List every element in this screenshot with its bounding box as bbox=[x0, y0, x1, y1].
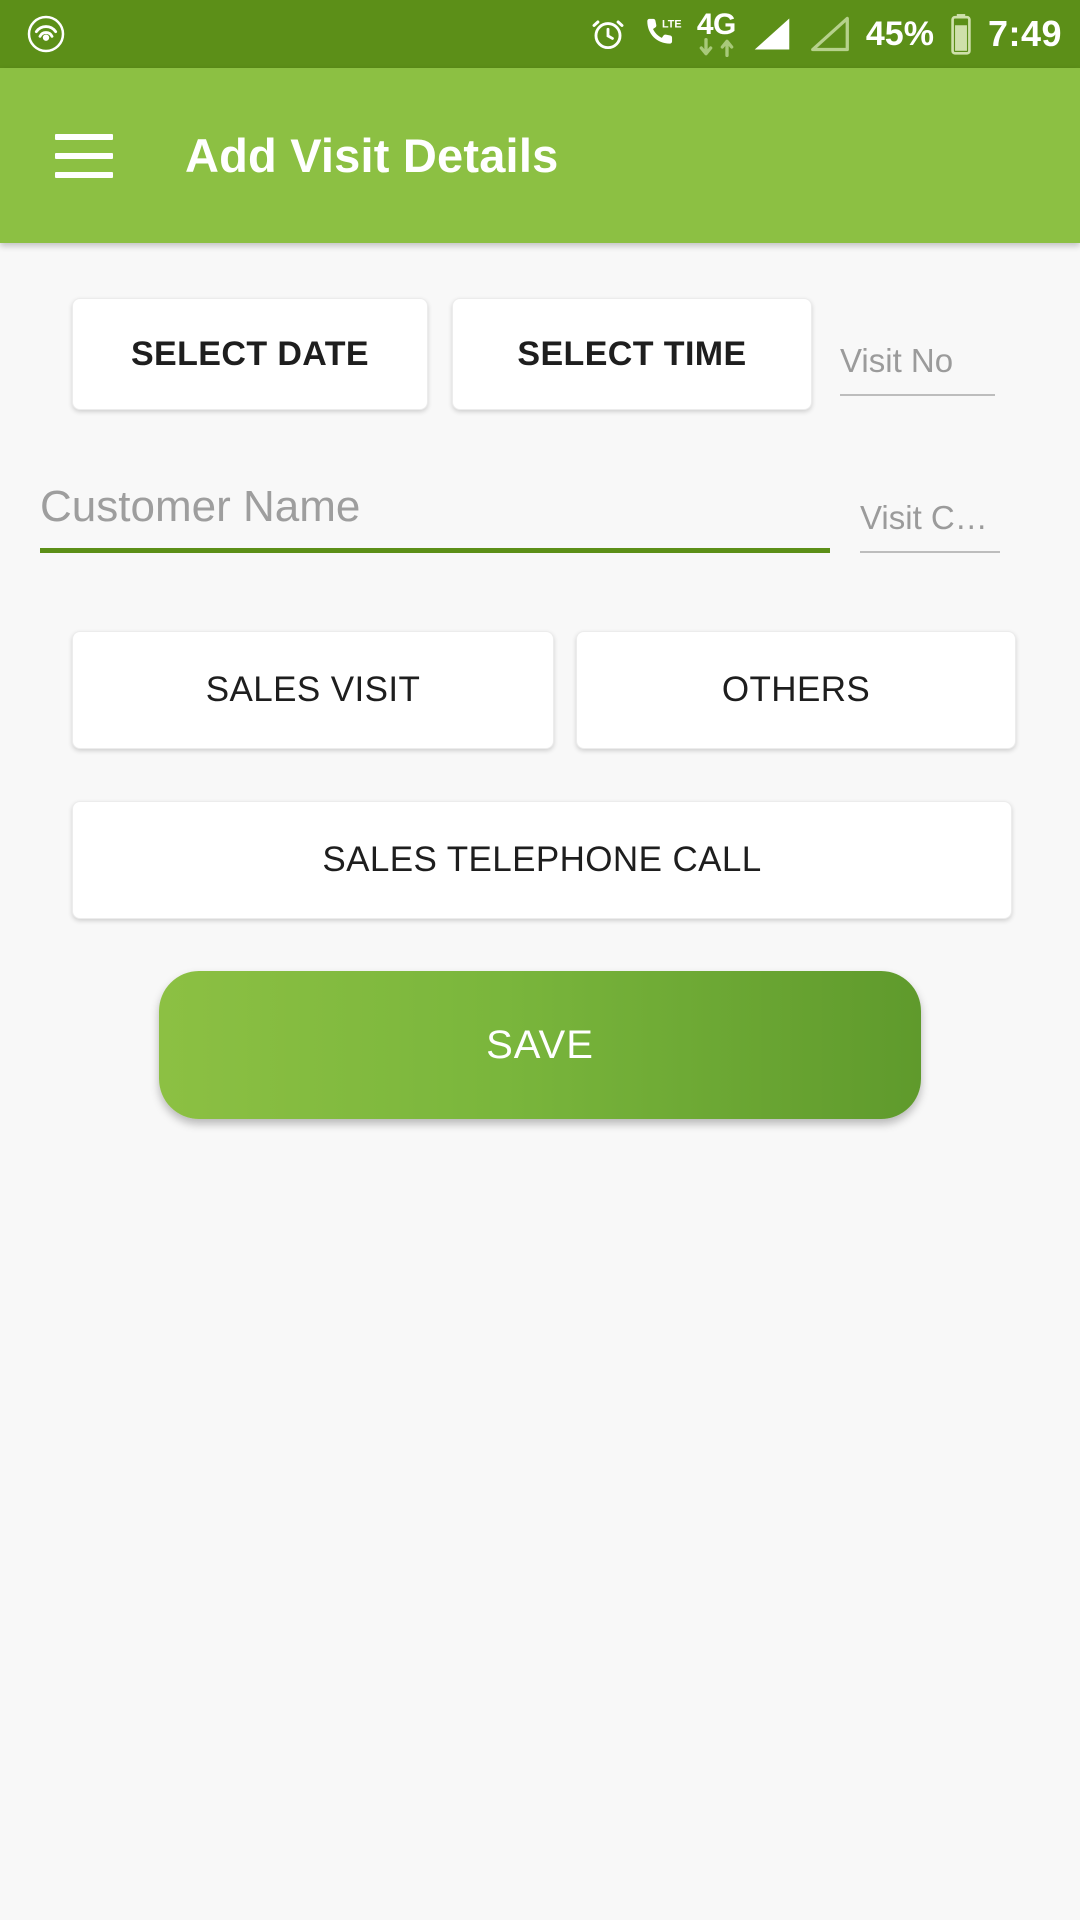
form-content: SELECT DATE SELECT TIME Visit No Custome… bbox=[0, 243, 1080, 1920]
page-title: Add Visit Details bbox=[185, 129, 559, 182]
select-date-button[interactable]: SELECT DATE bbox=[72, 298, 428, 410]
save-row: SAVE bbox=[0, 919, 1080, 1119]
customer-name-placeholder: Customer Name bbox=[40, 482, 361, 531]
visit-c-field[interactable]: Visit C… bbox=[860, 499, 1000, 553]
battery-icon bbox=[948, 13, 974, 55]
customer-name-field[interactable]: Customer Name bbox=[40, 482, 830, 553]
status-bar: LTE 4G 45% 7:49 bbox=[0, 0, 1080, 68]
visit-c-placeholder: Visit C… bbox=[860, 499, 988, 536]
others-button[interactable]: OTHERS bbox=[576, 631, 1016, 749]
network-type-indicator: 4G bbox=[697, 10, 736, 58]
visit-type-row-1: SALES VISIT OTHERS bbox=[0, 553, 1080, 749]
visit-no-placeholder: Visit No bbox=[840, 342, 954, 379]
status-bar-right: LTE 4G 45% 7:49 bbox=[589, 10, 1062, 58]
customer-name-underline bbox=[40, 548, 830, 553]
alarm-clock-icon bbox=[589, 15, 627, 53]
visit-no-underline bbox=[840, 394, 995, 396]
battery-percent-label: 45% bbox=[865, 14, 934, 53]
cast-broadcast-icon bbox=[26, 14, 66, 54]
svg-text:LTE: LTE bbox=[662, 18, 682, 30]
status-bar-clock: 7:49 bbox=[987, 13, 1062, 54]
phone-lte-icon: LTE bbox=[641, 15, 683, 53]
network-type-label: 4G bbox=[696, 8, 737, 41]
sales-visit-button[interactable]: SALES VISIT bbox=[72, 631, 554, 749]
visit-c-underline bbox=[860, 551, 1000, 553]
arrow-up-icon bbox=[720, 39, 734, 57]
hamburger-line bbox=[55, 171, 113, 178]
visit-no-field[interactable]: Visit No bbox=[840, 342, 995, 396]
hamburger-line bbox=[55, 152, 113, 159]
data-transfer-arrows bbox=[697, 38, 736, 58]
save-button[interactable]: SAVE bbox=[159, 971, 921, 1119]
arrow-down-icon bbox=[699, 38, 713, 56]
visit-type-row-2: SALES TELEPHONE CALL bbox=[0, 749, 1080, 919]
hamburger-line bbox=[55, 133, 113, 140]
customer-row: Customer Name Visit C… bbox=[0, 410, 1080, 553]
select-time-button[interactable]: SELECT TIME bbox=[452, 298, 812, 410]
status-bar-left bbox=[26, 14, 66, 54]
hamburger-menu-icon[interactable] bbox=[55, 133, 113, 178]
signal-bars-full-icon bbox=[750, 15, 794, 53]
app-bar: Add Visit Details bbox=[0, 68, 1080, 243]
signal-bars-empty-icon bbox=[808, 15, 852, 53]
date-time-row: SELECT DATE SELECT TIME Visit No bbox=[0, 243, 1080, 410]
sales-telephone-call-button[interactable]: SALES TELEPHONE CALL bbox=[72, 801, 1012, 919]
